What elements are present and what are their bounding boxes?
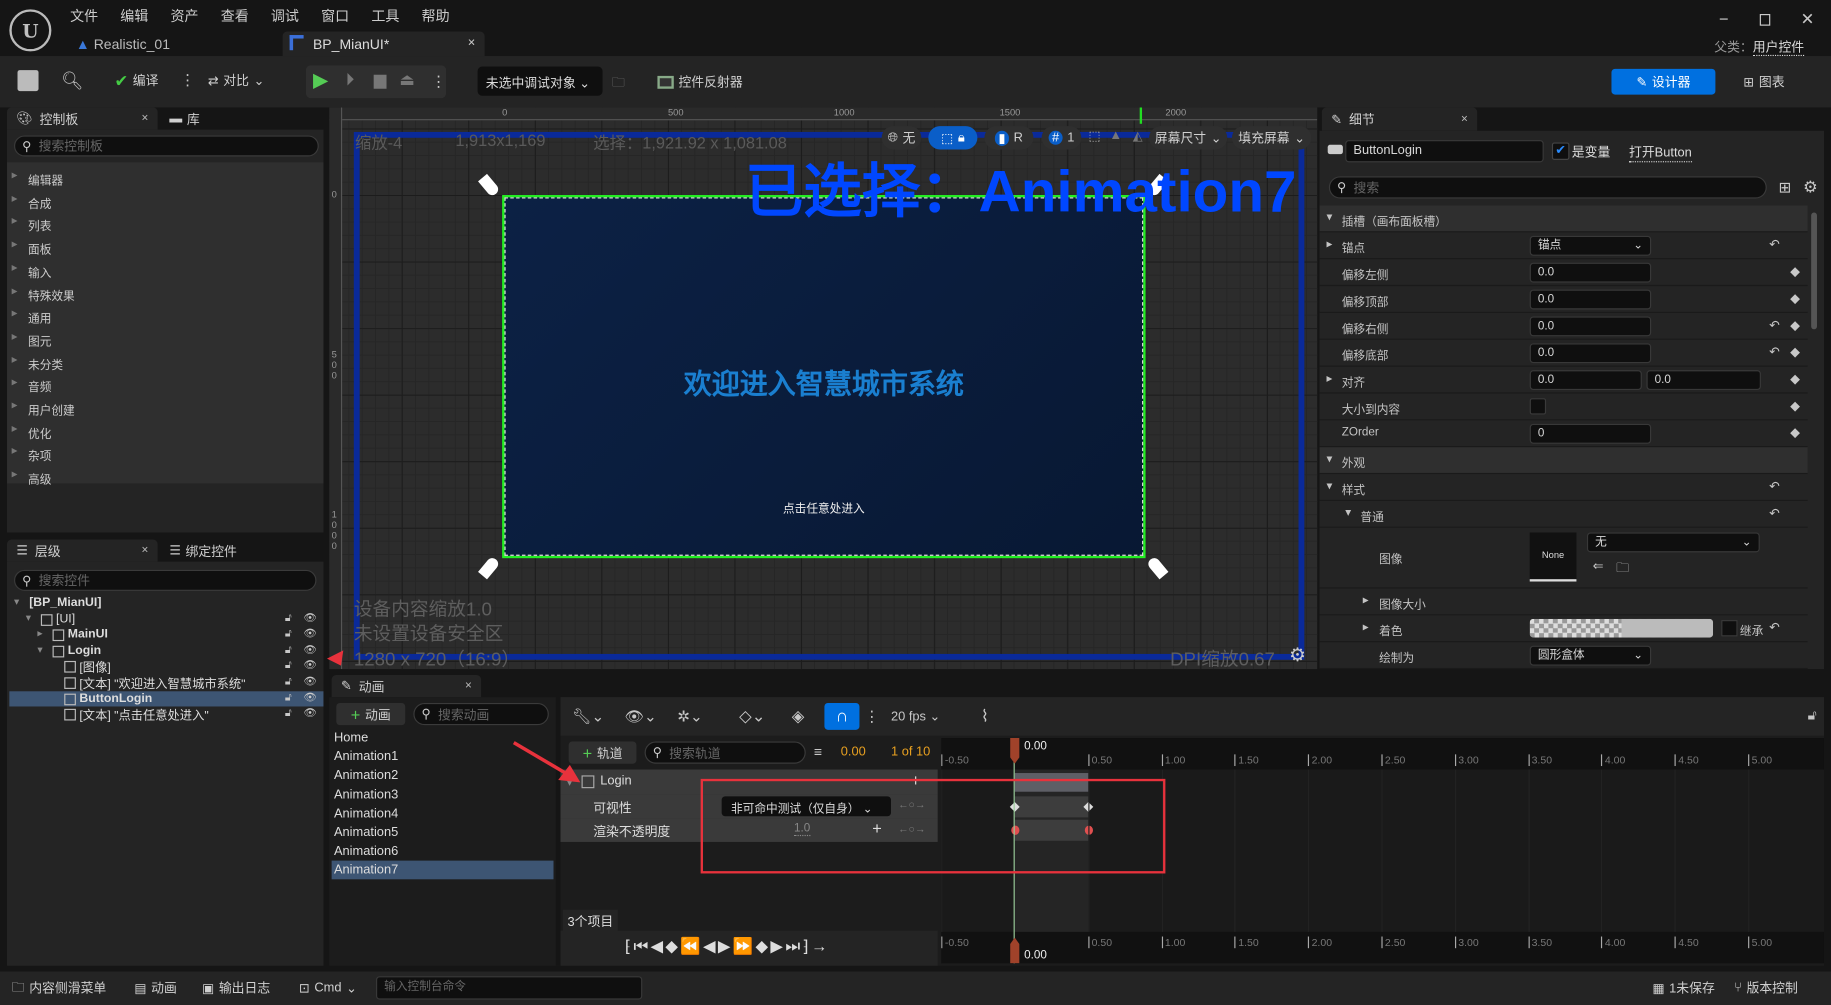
console-command-input[interactable]: 输入控制台命令 (376, 976, 643, 1000)
cmd-dropdown[interactable]: ⊡ Cmd ⌄ (299, 977, 357, 998)
source-control-button[interactable]: ⑂ 版本控制 (1734, 977, 1798, 998)
annotation-arrow-track (512, 741, 569, 776)
annotation-arrowhead-canvas (326, 650, 344, 666)
terminal-icon: ⊡ (298, 981, 310, 996)
content-drawer-icon: 🗀 (11, 980, 25, 995)
content-drawer-button[interactable]: 🗀 内容侧滑菜单 (12, 977, 107, 998)
annotation-arrows (326, 650, 581, 783)
log-icon: ▣ (202, 981, 215, 996)
save-icon: ▦ (1652, 981, 1665, 996)
output-log-button[interactable]: ▣ 输出日志 (202, 977, 270, 998)
status-bar: 🗀 内容侧滑菜单 ▤ 动画 ▣ 输出日志 ⊡ Cmd ⌄ 输入控制台命令 ▦ 1未保存 ⑂ 版… (0, 971, 1831, 1005)
animation-drawer-button[interactable]: ▤ 动画 (134, 977, 177, 998)
annotation-arrowhead-track (558, 764, 581, 783)
unsaved-button[interactable]: ▦ 1未保存 (1652, 977, 1715, 998)
animation-icon: ▤ (134, 981, 147, 996)
source-control-icon: ⑂ (1734, 980, 1742, 995)
